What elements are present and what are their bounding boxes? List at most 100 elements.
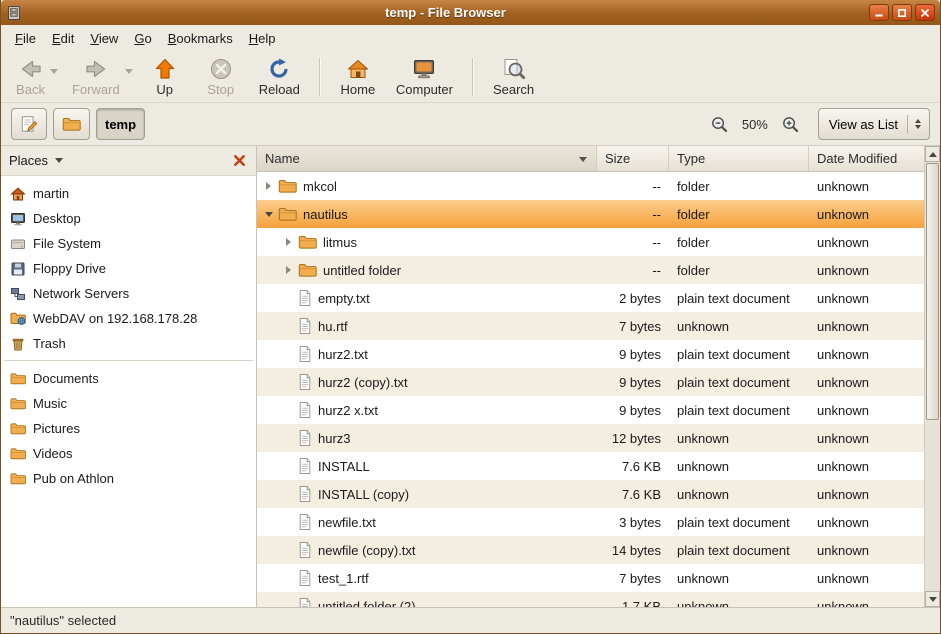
- menu-item-go[interactable]: Go: [126, 27, 159, 50]
- expander-expanded-icon[interactable]: [261, 212, 276, 217]
- titlebar[interactable]: temp - File Browser: [1, 0, 940, 25]
- view-mode-select[interactable]: View as List: [818, 108, 930, 140]
- column-header-size[interactable]: Size: [597, 146, 669, 171]
- path-button-temp[interactable]: temp: [96, 108, 145, 140]
- back-button: Back: [7, 54, 61, 100]
- close-sidebar-button[interactable]: [231, 152, 248, 169]
- file-row-newfile-txt[interactable]: newfile.txt3 bytesplain text documentunk…: [257, 508, 924, 536]
- chevron-down-icon[interactable]: [50, 69, 58, 74]
- menubar: FileEditViewGoBookmarksHelp: [1, 25, 940, 51]
- scrollbar-trough[interactable]: [925, 162, 940, 591]
- folder-icon: [298, 263, 317, 278]
- column-header-name[interactable]: Name: [257, 146, 597, 171]
- place-item-webdav-on-192-168-178-28[interactable]: WebDAV on 192.168.178.28: [1, 306, 256, 331]
- file-row-newfile-copy-txt[interactable]: newfile (copy).txt14 bytesplain text doc…: [257, 536, 924, 564]
- file-row-install-copy[interactable]: INSTALL (copy)7.6 KBunknownunknown: [257, 480, 924, 508]
- place-item-label: Floppy Drive: [33, 261, 106, 276]
- search-button[interactable]: Search: [484, 54, 543, 100]
- scrollbar-thumb[interactable]: [926, 163, 939, 420]
- size-cell: --: [597, 228, 669, 256]
- size-cell: 1.7 KB: [597, 592, 669, 607]
- arrow-up-icon: [929, 152, 937, 157]
- home-button[interactable]: Home: [331, 54, 385, 100]
- file-name: test_1.rtf: [318, 571, 369, 586]
- file-row-install[interactable]: INSTALL7.6 KBunknownunknown: [257, 452, 924, 480]
- up-button[interactable]: Up: [138, 54, 192, 100]
- place-item-network-servers[interactable]: Network Servers: [1, 281, 256, 306]
- file-row-mkcol[interactable]: mkcol--folderunknown: [257, 172, 924, 200]
- place-item-trash[interactable]: Trash: [1, 331, 256, 356]
- type-cell: plain text document: [669, 536, 809, 564]
- file-row-hurz3[interactable]: hurz312 bytesunknownunknown: [257, 424, 924, 452]
- text-file-icon: [298, 513, 312, 531]
- menu-item-view[interactable]: View: [82, 27, 126, 50]
- place-item-music[interactable]: Music: [1, 391, 256, 416]
- file-row-hurz2-copy-txt[interactable]: hurz2 (copy).txt9 bytesplain text docume…: [257, 368, 924, 396]
- column-header-date-modified[interactable]: Date Modified: [809, 146, 924, 171]
- expander-collapsed-icon[interactable]: [281, 266, 296, 274]
- trash-icon: [10, 336, 26, 352]
- column-header-type[interactable]: Type: [669, 146, 809, 171]
- edit-location-button[interactable]: [11, 108, 47, 140]
- file-row-nautilus[interactable]: nautilus--folderunknown: [257, 200, 924, 228]
- place-item-martin[interactable]: martin: [1, 181, 256, 206]
- chevron-down-icon[interactable]: [125, 69, 133, 74]
- menu-item-edit[interactable]: Edit: [44, 27, 82, 50]
- home-icon: [346, 57, 370, 81]
- close-button[interactable]: [915, 4, 935, 21]
- file-row-litmus[interactable]: litmus--folderunknown: [257, 228, 924, 256]
- menu-item-help[interactable]: Help: [241, 27, 284, 50]
- place-item-videos[interactable]: Videos: [1, 441, 256, 466]
- file-name: INSTALL: [318, 459, 370, 474]
- place-item-pub-on-athlon[interactable]: Pub on Athlon: [1, 466, 256, 491]
- file-row-hu-rtf[interactable]: hu.rtf7 bytesunknownunknown: [257, 312, 924, 340]
- zoom-in-button[interactable]: [779, 113, 802, 136]
- menu-item-bookmarks[interactable]: Bookmarks: [160, 27, 241, 50]
- expander-collapsed-icon[interactable]: [281, 238, 296, 246]
- place-item-desktop[interactable]: Desktop: [1, 206, 256, 231]
- zoom-out-icon: [710, 115, 729, 134]
- name-cell: test_1.rtf: [257, 564, 597, 592]
- size-cell: --: [597, 256, 669, 284]
- file-name: empty.txt: [318, 291, 370, 306]
- file-row-untitled-folder-2[interactable]: untitled folder (2)1.7 KBunknownunknown: [257, 592, 924, 607]
- size-cell: 14 bytes: [597, 536, 669, 564]
- text-file-icon: [298, 289, 312, 307]
- places-separator: [4, 360, 253, 361]
- type-cell: plain text document: [669, 340, 809, 368]
- file-rows: mkcol--folderunknownnautilus--folderunkn…: [257, 172, 924, 607]
- place-item-file-system[interactable]: File System: [1, 231, 256, 256]
- file-row-untitled-folder[interactable]: untitled folder--folderunknown: [257, 256, 924, 284]
- place-item-floppy-drive[interactable]: Floppy Drive: [1, 256, 256, 281]
- places-header[interactable]: Places: [1, 146, 256, 176]
- file-row-test-1-rtf[interactable]: test_1.rtf7 bytesunknownunknown: [257, 564, 924, 592]
- date-modified-cell: unknown: [809, 396, 924, 424]
- place-item-pictures[interactable]: Pictures: [1, 416, 256, 441]
- scroll-down-button[interactable]: [925, 591, 940, 607]
- vertical-scrollbar[interactable]: [924, 146, 940, 607]
- reload-button[interactable]: Reload: [250, 54, 309, 100]
- computer-button[interactable]: Computer: [387, 54, 462, 100]
- file-row-hurz2-x-txt[interactable]: hurz2 x.txt9 bytesplain text documentunk…: [257, 396, 924, 424]
- network-icon: [10, 286, 26, 302]
- maximize-button[interactable]: [892, 4, 912, 21]
- menu-item-file[interactable]: File: [7, 27, 44, 50]
- window-title: temp - File Browser: [22, 5, 869, 20]
- search-icon: [502, 57, 526, 81]
- scroll-up-button[interactable]: [925, 146, 940, 162]
- root-path-button[interactable]: [53, 108, 90, 140]
- zoom-out-button[interactable]: [708, 113, 731, 136]
- toolbar: BackForwardUpStopReloadHomeComputerSearc…: [1, 51, 940, 103]
- file-row-hurz2-txt[interactable]: hurz2.txt9 bytesplain text documentunkno…: [257, 340, 924, 368]
- name-cell: hurz3: [257, 424, 597, 452]
- computer-icon: [412, 57, 436, 81]
- type-cell: folder: [669, 172, 809, 200]
- floppy-icon: [10, 261, 26, 277]
- expander-collapsed-icon[interactable]: [261, 182, 276, 190]
- type-cell: unknown: [669, 424, 809, 452]
- file-row-empty-txt[interactable]: empty.txt2 bytesplain text documentunkno…: [257, 284, 924, 312]
- date-modified-cell: unknown: [809, 508, 924, 536]
- place-item-documents[interactable]: Documents: [1, 366, 256, 391]
- type-cell: unknown: [669, 452, 809, 480]
- minimize-button[interactable]: [869, 4, 889, 21]
